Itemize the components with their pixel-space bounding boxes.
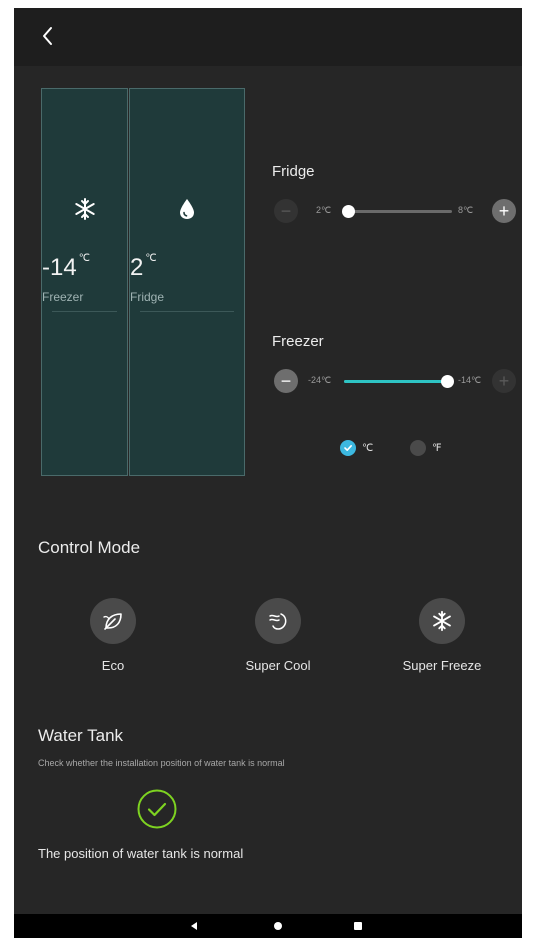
system-nav-bar [14, 914, 522, 938]
fridge-increase-button[interactable]: + [492, 199, 516, 223]
radio-empty-icon [410, 440, 426, 456]
super-cool-icon [255, 598, 301, 644]
nav-home-icon[interactable] [258, 914, 298, 938]
app-screen: -14 ℃ Freezer 2 ℃ Fridge Fridge − 2℃ 8℃ + … [14, 8, 522, 938]
water-drop-icon [175, 197, 199, 221]
water-tank-subtitle: Check whether the installation position … [38, 758, 285, 768]
freezer-temperature: -14 ℃ [42, 253, 90, 281]
mode-eco-button[interactable]: Eco [53, 598, 173, 673]
fridge-compartment[interactable]: 2 ℃ Fridge [129, 88, 245, 476]
freezer-slider-thumb[interactable] [441, 375, 454, 388]
freezer-increase-button[interactable]: + [492, 369, 516, 393]
unit-fahrenheit-label: ℉ [432, 442, 442, 454]
nav-recents-icon[interactable] [338, 914, 378, 938]
mode-super-freeze-button[interactable]: Super Freeze [382, 598, 502, 673]
fridge-slider-row: − 2℃ 8℃ + [272, 196, 522, 226]
snowflake-icon [419, 598, 465, 644]
fridge-slider[interactable] [342, 205, 452, 218]
snowflake-icon [73, 197, 97, 221]
freezer-slider-row: − -24℃ -14℃ + [272, 366, 522, 396]
freezer-max-label: -14℃ [458, 375, 482, 385]
freezer-slider[interactable] [344, 375, 454, 388]
mode-super-cool-label: Super Cool [245, 658, 311, 673]
freezer-label: Freezer [42, 290, 84, 304]
freezer-control-title: Freezer [272, 333, 324, 350]
freezer-min-label: -24℃ [308, 375, 332, 385]
control-mode-title: Control Mode [38, 538, 141, 557]
fridge-decrease-button[interactable]: − [274, 199, 298, 223]
leaf-icon [90, 598, 136, 644]
nav-back-icon[interactable] [174, 914, 214, 938]
fridge-min-label: 2℃ [316, 205, 332, 215]
mode-super-freeze-label: Super Freeze [402, 658, 482, 673]
top-bar [14, 8, 522, 66]
divider [52, 311, 117, 312]
fridge-temperature: 2 ℃ [130, 253, 157, 281]
chevron-left-icon[interactable] [38, 22, 58, 50]
freezer-slider-fill [344, 380, 447, 383]
check-icon [340, 440, 356, 456]
mode-super-cool-button[interactable]: Super Cool [218, 598, 338, 673]
water-tank-title: Water Tank [38, 726, 124, 745]
fridge-slider-thumb[interactable] [342, 205, 355, 218]
fridge-max-label: 8℃ [458, 205, 474, 215]
freezer-compartment[interactable]: -14 ℃ Freezer [41, 88, 128, 476]
unit-fahrenheit-option[interactable]: ℉ [410, 440, 442, 456]
freezer-decrease-button[interactable]: − [274, 369, 298, 393]
fridge-label: Fridge [130, 290, 165, 304]
check-circle-icon [137, 789, 177, 829]
mode-eco-label: Eco [101, 658, 125, 673]
water-tank-status: The position of water tank is normal [38, 846, 244, 861]
unit-celsius-label: ℃ [362, 442, 374, 454]
unit-celsius-option[interactable]: ℃ [340, 440, 373, 456]
fridge-control-title: Fridge [272, 163, 315, 180]
divider [140, 311, 234, 312]
